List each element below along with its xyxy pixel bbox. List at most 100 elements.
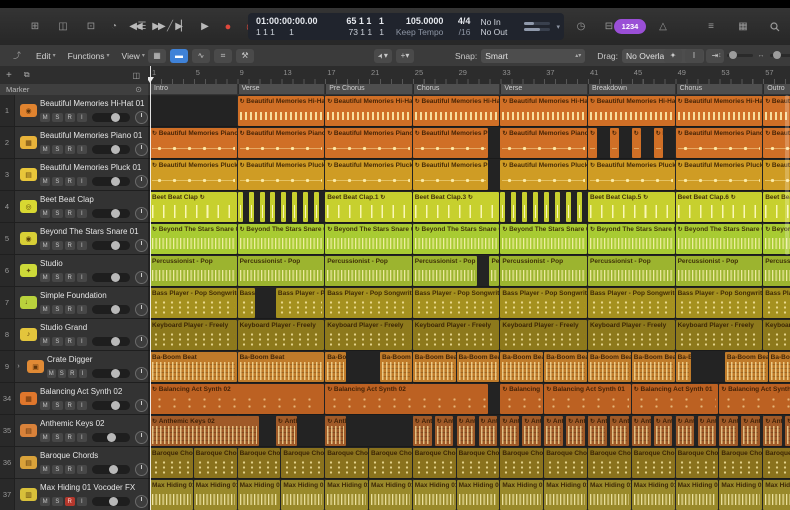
region[interactable]: ↻ Beautiful Memories Pluck 01	[150, 160, 237, 190]
region[interactable]: Baroque Chords	[719, 448, 762, 478]
region[interactable]: Percussionist - Pop	[588, 256, 675, 286]
r-button[interactable]: R	[65, 305, 75, 314]
region[interactable]: Ba-Boom Beat	[238, 352, 325, 382]
track-header[interactable]: 37▥Max Hiding 01 Vocoder FXMSRI	[0, 479, 148, 510]
m-button[interactable]: M	[40, 465, 50, 474]
region[interactable]: ↻ Anthe	[588, 416, 607, 446]
region[interactable]: Beet Beat Clap.5 ↻	[588, 192, 675, 222]
region[interactable]: Percussionist - Pop	[150, 256, 237, 286]
m-button[interactable]: M	[40, 433, 50, 442]
region[interactable]: ↻ Balancing Act Synth 01	[719, 384, 790, 414]
region[interactable]: ↻ Beautiful Memories Hi-Hat 02.1	[413, 96, 500, 126]
r-button[interactable]: R	[65, 209, 75, 218]
pan-knob[interactable]	[135, 463, 148, 476]
i-button[interactable]: I	[77, 113, 87, 122]
track-header[interactable]: 6✦StudioMSRI	[0, 255, 148, 287]
snap-dropdown[interactable]: Smart▴▾	[481, 49, 585, 63]
region[interactable]: ↻ Beyond The Stars Snare 02.3	[588, 224, 675, 254]
region[interactable]: ↻ Beautiful Memories Pluck 01.2	[676, 160, 763, 190]
crossfade-icon[interactable]: ✦	[664, 49, 682, 63]
volume-slider[interactable]	[92, 465, 130, 474]
region[interactable]: Ba-Boo	[325, 352, 346, 382]
region[interactable]: ↻ Anthe	[610, 416, 629, 446]
track-number[interactable]: 6	[0, 255, 15, 286]
m-button[interactable]: M	[40, 305, 50, 314]
arrangement-marker[interactable]: Chorus	[676, 84, 763, 94]
region[interactable]: ↻ Anthe	[632, 416, 651, 446]
region[interactable]: Baroque Chords	[544, 448, 587, 478]
region[interactable]: Beet Beat Clap.1 ↻	[325, 192, 412, 222]
region[interactable]: ↻ Beautiful Memories Hi-Hat 02	[325, 96, 412, 126]
region[interactable]	[533, 192, 538, 222]
region[interactable]: Baroque Chords	[325, 448, 368, 478]
automation-icon[interactable]: ∿	[192, 49, 210, 63]
i-button[interactable]: I	[77, 273, 87, 282]
r-button[interactable]: R	[65, 177, 75, 186]
track-number[interactable]: 1	[0, 95, 15, 126]
track-number[interactable]: 4	[0, 191, 15, 222]
region[interactable]: Keyboard Player - Freely	[238, 320, 325, 350]
region[interactable]: Baroque Chords	[150, 448, 193, 478]
region[interactable]: ↻ Anthe	[566, 416, 585, 446]
volume-slider[interactable]	[92, 497, 130, 506]
region[interactable]: Baroque Chords	[588, 448, 631, 478]
region[interactable]: Max Hiding 01 V	[238, 480, 281, 510]
region[interactable]	[238, 192, 243, 222]
arrangement-marker[interactable]: Intro	[150, 84, 237, 94]
region[interactable]: ↻ Beautiful Memories Piano 01.2	[676, 128, 763, 158]
pan-knob[interactable]	[135, 431, 148, 444]
search-icon[interactable]	[764, 19, 786, 35]
region[interactable]: ↻ Balancing	[500, 384, 543, 414]
track-number[interactable]: 36	[0, 447, 15, 478]
s-button[interactable]: S	[52, 273, 62, 282]
region[interactable]: Percussionist - Pop	[413, 256, 478, 286]
i-button[interactable]: I	[77, 465, 87, 474]
region[interactable]: ↻ Anthe	[698, 416, 717, 446]
region[interactable]	[566, 192, 571, 222]
region[interactable]: Max Hiding 01 V	[325, 480, 368, 510]
region[interactable]: Bass Player - Pop Songwriter	[676, 288, 763, 318]
region[interactable]: Percussionist - Pop	[325, 256, 412, 286]
track-name[interactable]: Crate Digger	[47, 355, 148, 365]
region[interactable]	[544, 192, 549, 222]
volume-knob[interactable]	[111, 113, 120, 122]
track-name[interactable]: Studio	[40, 259, 148, 269]
region[interactable]	[522, 192, 527, 222]
region[interactable]: Ba-Boom Beat	[380, 352, 412, 382]
region[interactable]: ↻ Anthe	[522, 416, 541, 446]
track-header[interactable]: 2▦Beautiful Memories Piano 01MSRI	[0, 127, 148, 159]
m-button[interactable]: M	[40, 337, 50, 346]
region[interactable]: ↻ Anthe	[500, 416, 519, 446]
region[interactable]: Baroque Chords	[238, 448, 281, 478]
region[interactable]: Ba-Boom Beat	[413, 352, 456, 382]
volume-knob[interactable]	[111, 209, 120, 218]
arrangement-marker[interactable]: Chorus	[413, 84, 500, 94]
region[interactable]: ↻ Anthe	[413, 416, 432, 446]
region[interactable]: Baroque Chords	[676, 448, 719, 478]
region[interactable]: Bass Player - Pop Songwriter	[500, 288, 587, 318]
region[interactable]: Max Hiding 01 V	[413, 480, 456, 510]
track-header[interactable]: 8♪Studio GrandMSRI	[0, 319, 148, 351]
region[interactable]: Baroque Chords	[763, 448, 790, 478]
region[interactable]: Beet Beat Clap.6 ↻	[676, 192, 763, 222]
region[interactable]: ↻ Balancing Act Synth 01	[544, 384, 631, 414]
m-button[interactable]: M	[40, 177, 50, 186]
arrangement-marker[interactable]: Breakdown	[588, 84, 675, 94]
region[interactable]: Percuss	[489, 256, 499, 286]
track-header[interactable]: 9›▣Crate DiggerMSRI	[0, 351, 148, 383]
region[interactable]: ↻ Beyond The Stars Snare 01.1	[238, 224, 325, 254]
volume-slider[interactable]	[92, 401, 130, 410]
i-button[interactable]: I	[77, 145, 87, 154]
region[interactable]: ↻ Anthe	[325, 416, 346, 446]
i-button[interactable]: I	[77, 241, 87, 250]
region[interactable]: Bass Player - Pop So	[276, 288, 324, 318]
region[interactable]: ↻ Beautiful Memories Pluck 02.2	[500, 160, 587, 190]
region[interactable]: Baroque Chords	[369, 448, 412, 478]
track-name[interactable]: Beautiful Memories Hi-Hat 01	[40, 99, 148, 109]
vertical-scrollbar[interactable]	[785, 95, 789, 255]
bar-ruler[interactable]: 159131721252933374145495357	[148, 66, 790, 85]
track-number[interactable]: 34	[0, 383, 15, 414]
volume-slider[interactable]	[92, 209, 130, 218]
track-header[interactable]: 7♩Simple FoundationMSRI	[0, 287, 148, 319]
region[interactable]: ↻ Anthe	[719, 416, 738, 446]
